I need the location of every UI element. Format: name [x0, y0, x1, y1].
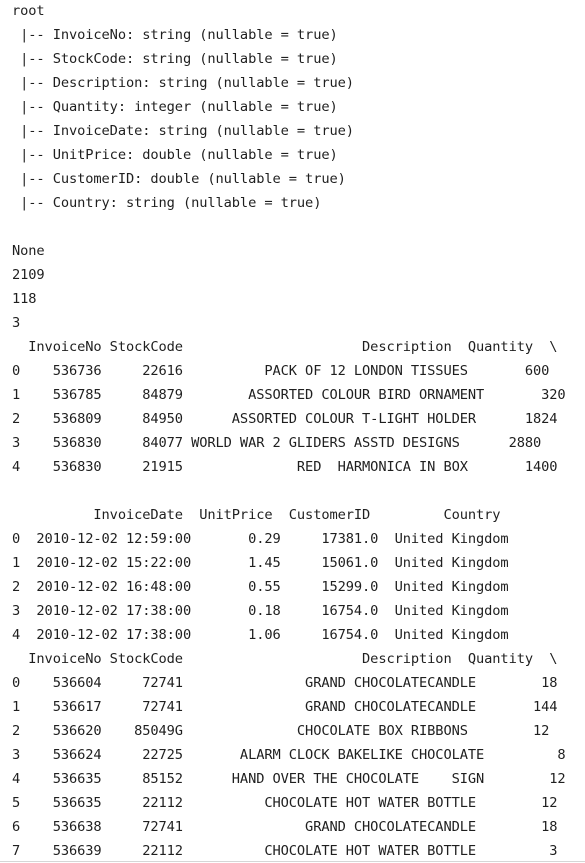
- console-line: 3: [12, 315, 21, 331]
- console-line: 3 536830 84077 WORLD WAR 2 GLIDERS ASSTD…: [12, 435, 542, 451]
- console-line: 3 536624 22725 ALARM CLOCK BAKELIKE CHOC…: [12, 747, 566, 763]
- console-line: |-- Description: string (nullable = true…: [12, 75, 354, 91]
- console-line: 0 536604 72741 GRAND CHOCOLATECANDLE 18: [12, 675, 558, 691]
- console-line: 2 536809 84950 ASSORTED COLOUR T-LIGHT H…: [12, 411, 558, 427]
- console-line: 4 2010-12-02 17:38:00 1.06 16754.0 Unite…: [12, 627, 509, 643]
- console-line: None: [12, 243, 45, 259]
- console-line: |-- InvoiceNo: string (nullable = true): [12, 27, 338, 43]
- console-line: |-- CustomerID: double (nullable = true): [12, 171, 346, 187]
- console-output: root |-- InvoiceNo: string (nullable = t…: [12, 0, 585, 863]
- output-bottom-border: [0, 861, 585, 862]
- console-line: 1 536617 72741 GRAND CHOCOLATECANDLE 144: [12, 699, 558, 715]
- console-line: 2 2010-12-02 16:48:00 0.55 15299.0 Unite…: [12, 579, 509, 595]
- console-line: InvoiceDate UnitPrice CustomerID Country: [12, 507, 501, 523]
- console-line: 5 536635 22112 CHOCOLATE HOT WATER BOTTL…: [12, 795, 558, 811]
- console-line: |-- Country: string (nullable = true): [12, 195, 322, 211]
- console-line: 3 2010-12-02 17:38:00 0.18 16754.0 Unite…: [12, 603, 509, 619]
- console-line: |-- Quantity: integer (nullable = true): [12, 99, 338, 115]
- console-line: InvoiceNo StockCode Description Quantity…: [12, 339, 558, 355]
- console-line: |-- UnitPrice: double (nullable = true): [12, 147, 338, 163]
- console-line: 0 536736 22616 PACK OF 12 LONDON TISSUES…: [12, 363, 550, 379]
- console-line: 6 536638 72741 GRAND CHOCOLATECANDLE 18: [12, 819, 558, 835]
- console-line: 0 2010-12-02 12:59:00 0.29 17381.0 Unite…: [12, 531, 509, 547]
- console-line: 4 536635 85152 HAND OVER THE CHOCOLATE S…: [12, 771, 566, 787]
- console-line: 2 536620 85049G CHOCOLATE BOX RIBBONS 12: [12, 723, 550, 739]
- console-line: 1 2010-12-02 15:22:00 1.45 15061.0 Unite…: [12, 555, 509, 571]
- console-line: 7 536639 22112 CHOCOLATE HOT WATER BOTTL…: [12, 843, 558, 859]
- console-line: 118: [12, 291, 37, 307]
- console-line: 4 536830 21915 RED HARMONICA IN BOX 1400: [12, 459, 558, 475]
- console-line: |-- InvoiceDate: string (nullable = true…: [12, 123, 354, 139]
- console-line: InvoiceNo StockCode Description Quantity…: [12, 651, 558, 667]
- console-line: 2109: [12, 267, 45, 283]
- console-line: |-- StockCode: string (nullable = true): [12, 51, 338, 67]
- console-line: root: [12, 3, 45, 19]
- console-line: 1 536785 84879 ASSORTED COLOUR BIRD ORNA…: [12, 387, 566, 403]
